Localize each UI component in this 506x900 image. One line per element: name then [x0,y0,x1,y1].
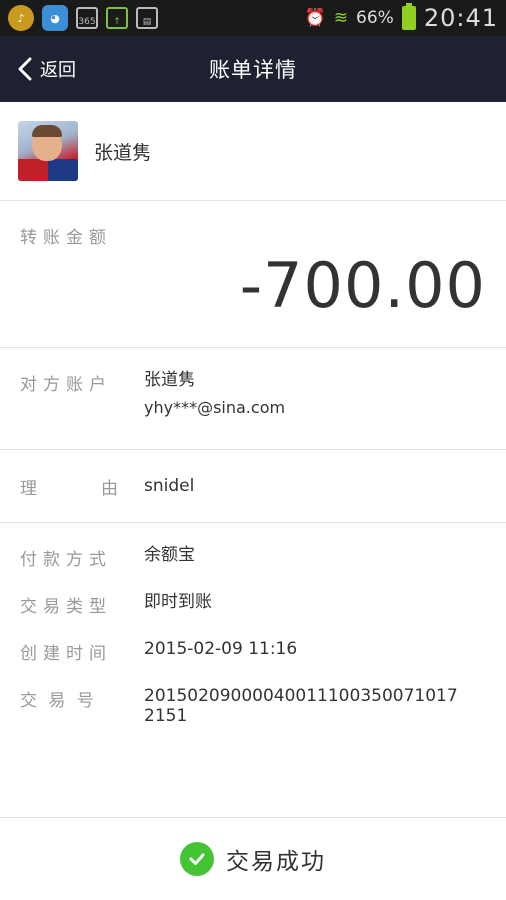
detail-value: 即时到账 [144,592,212,612]
amount-value: -700.00 [239,249,486,322]
account-section: 对方账户 张道隽 yhy***@sina.com [0,348,506,450]
status-text: 交易成功 [226,849,326,875]
detail-row-transaction-number: 交 易 号 201502090000400111003500710172151 [0,686,506,727]
detail-label: 交 易 号 [20,691,97,711]
account-email: yhy***@sina.com [144,398,286,418]
reason-section: 理 由 snidel [0,450,506,523]
chat-icon: ◕ [42,5,68,31]
upload-icon: ↑ [106,7,128,29]
battery-icon [401,3,416,30]
details-section: 付款方式 余额宝 交易类型 即时到账 创建时间 2015-02-09 11:16… [0,523,506,818]
alarm-icon: ⏰ [304,8,326,28]
reason-label-char-2: 由 [101,478,118,499]
sim-icon: ▤ [136,7,158,29]
detail-label: 交易类型 [20,597,112,617]
account-name: 张道隽 [144,370,195,390]
clock-time: 20:41 [423,4,498,32]
reason-value: snidel [144,476,195,496]
detail-row-transaction-type: 交易类型 即时到账 [0,592,506,617]
calendar-icon: 365 [76,7,98,29]
transaction-status: 交易成功 [0,818,506,900]
back-label: 返回 [40,60,76,81]
reason-label-char-1: 理 [20,478,37,499]
title-bar: 返回 账单详情 [0,36,506,102]
avatar [18,121,78,181]
detail-row-created-time: 创建时间 2015-02-09 11:16 [0,639,506,664]
status-bar-system: ⏰ ≋ 66% 20:41 [304,3,498,32]
detail-value: 余额宝 [144,545,195,565]
detail-label: 付款方式 [20,550,112,570]
back-button[interactable]: 返回 [0,56,76,82]
battery-percent: 66% [356,8,394,28]
status-bar-notifications: ♪ ◕ 365 ↑ ▤ [8,5,158,31]
user-row: 张道隽 [0,102,506,201]
calendar-label: 365 [78,17,96,27]
account-label: 对方账户 [20,375,112,395]
detail-value: 2015-02-09 11:16 [144,639,298,659]
detail-row-payment-method: 付款方式 余额宝 [0,545,506,570]
check-icon [180,842,214,876]
wifi-icon: ≋ [333,8,349,28]
status-bar: ♪ ◕ 365 ↑ ▤ ⏰ ≋ 66% 20:41 [0,0,506,36]
reason-label: 理 由 [20,474,144,499]
user-name: 张道隽 [94,141,152,164]
amount-label: 转账金额 [20,228,112,248]
amount-section: 转账金额 -700.00 [0,201,506,348]
music-icon: ♪ [8,5,34,31]
detail-label: 创建时间 [20,644,112,664]
chevron-left-icon [18,57,32,81]
detail-value: 201502090000400111003500710172151 [144,686,458,727]
